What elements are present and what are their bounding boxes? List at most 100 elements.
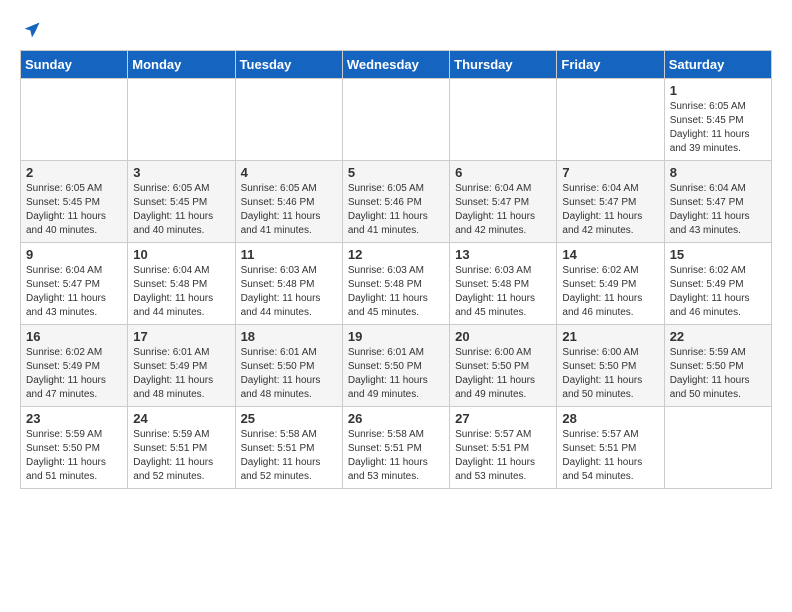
calendar-cell: 18 Sunrise: 6:01 AM Sunset: 5:50 PM Dayli… (235, 325, 342, 407)
calendar-table: SundayMondayTuesdayWednesdayThursdayFrid… (20, 50, 772, 489)
day-number: 10 (133, 247, 229, 262)
calendar-cell: 20Sunrise: 6:00 AM Sunset: 5:50 PM Dayli… (450, 325, 557, 407)
day-info: Sunrise: 5:58 AM Sunset: 5:51 PM Dayligh… (348, 428, 444, 484)
day-info: Sunrise: 6:05 AM Sunset: 5:45 PM Dayligh… (670, 100, 766, 156)
day-number: 22 (670, 329, 766, 344)
day-info: Sunrise: 6:05 AM Sunset: 5:45 PM Dayligh… (26, 182, 122, 238)
calendar-week-2: 2 Sunrise: 6:05 AM Sunset: 5:45 PM Daylig… (21, 161, 772, 243)
calendar-header-row: SundayMondayTuesdayWednesdayThursdayFrid… (21, 51, 772, 79)
calendar-cell (235, 79, 342, 161)
weekday-header-sunday: Sunday (21, 51, 128, 79)
calendar-cell (21, 79, 128, 161)
day-info: Sunrise: 6:04 AM Sunset: 5:47 PM Dayligh… (670, 182, 766, 238)
day-info: Sunrise: 6:04 AM Sunset: 5:47 PM Dayligh… (562, 182, 658, 238)
day-info: Sunrise: 6:01 AM Sunset: 5:50 PM Dayligh… (241, 346, 337, 402)
calendar-cell: 13 Sunrise: 6:03 AM Sunset: 5:48 PM Dayli… (450, 243, 557, 325)
day-info: Sunrise: 6:03 AM Sunset: 5:48 PM Dayligh… (455, 264, 551, 320)
day-info: Sunrise: 5:58 AM Sunset: 5:51 PM Dayligh… (241, 428, 337, 484)
day-info: Sunrise: 6:03 AM Sunset: 5:48 PM Dayligh… (348, 264, 444, 320)
day-number: 3 (133, 165, 229, 180)
calendar-cell: 17 Sunrise: 6:01 AM Sunset: 5:49 PM Dayli… (128, 325, 235, 407)
calendar-week-3: 9 Sunrise: 6:04 AM Sunset: 5:47 PM Daylig… (21, 243, 772, 325)
logo (20, 20, 42, 40)
day-number: 12 (348, 247, 444, 262)
day-info: Sunrise: 6:03 AM Sunset: 5:48 PM Dayligh… (241, 264, 337, 320)
weekday-header-thursday: Thursday (450, 51, 557, 79)
calendar-cell: 27 Sunrise: 5:57 AM Sunset: 5:51 PM Dayli… (450, 407, 557, 489)
calendar-cell (342, 79, 449, 161)
calendar-cell: 22 Sunrise: 5:59 AM Sunset: 5:50 PM Dayli… (664, 325, 771, 407)
day-number: 4 (241, 165, 337, 180)
day-number: 24 (133, 411, 229, 426)
calendar-week-5: 23 Sunrise: 5:59 AM Sunset: 5:50 PM Dayli… (21, 407, 772, 489)
day-info: Sunrise: 5:59 AM Sunset: 5:50 PM Dayligh… (670, 346, 766, 402)
page-header (20, 20, 772, 40)
calendar-cell: 9 Sunrise: 6:04 AM Sunset: 5:47 PM Daylig… (21, 243, 128, 325)
day-info: Sunrise: 6:04 AM Sunset: 5:47 PM Dayligh… (26, 264, 122, 320)
day-number: 28 (562, 411, 658, 426)
day-info: Sunrise: 6:02 AM Sunset: 5:49 PM Dayligh… (562, 264, 658, 320)
day-info: Sunrise: 6:04 AM Sunset: 5:47 PM Dayligh… (455, 182, 551, 238)
calendar-week-4: 16 Sunrise: 6:02 AM Sunset: 5:49 PM Dayli… (21, 325, 772, 407)
calendar-cell: 25 Sunrise: 5:58 AM Sunset: 5:51 PM Dayli… (235, 407, 342, 489)
calendar-week-1: 1 Sunrise: 6:05 AM Sunset: 5:45 PM Daylig… (21, 79, 772, 161)
day-info: Sunrise: 6:04 AM Sunset: 5:48 PM Dayligh… (133, 264, 229, 320)
calendar-cell: 11 Sunrise: 6:03 AM Sunset: 5:48 PM Dayli… (235, 243, 342, 325)
day-number: 1 (670, 83, 766, 98)
day-number: 6 (455, 165, 551, 180)
calendar-cell: 26Sunrise: 5:58 AM Sunset: 5:51 PM Dayli… (342, 407, 449, 489)
day-info: Sunrise: 6:05 AM Sunset: 5:45 PM Dayligh… (133, 182, 229, 238)
calendar-cell: 23 Sunrise: 5:59 AM Sunset: 5:50 PM Dayli… (21, 407, 128, 489)
weekday-header-wednesday: Wednesday (342, 51, 449, 79)
calendar-cell (450, 79, 557, 161)
day-number: 14 (562, 247, 658, 262)
day-info: Sunrise: 6:02 AM Sunset: 5:49 PM Dayligh… (26, 346, 122, 402)
day-info: Sunrise: 5:57 AM Sunset: 5:51 PM Dayligh… (455, 428, 551, 484)
calendar-cell: 7 Sunrise: 6:04 AM Sunset: 5:47 PM Daylig… (557, 161, 664, 243)
calendar-cell: 19 Sunrise: 6:01 AM Sunset: 5:50 PM Dayli… (342, 325, 449, 407)
day-number: 13 (455, 247, 551, 262)
day-number: 7 (562, 165, 658, 180)
calendar-cell: 2 Sunrise: 6:05 AM Sunset: 5:45 PM Daylig… (21, 161, 128, 243)
day-info: Sunrise: 6:00 AM Sunset: 5:50 PM Dayligh… (455, 346, 551, 402)
weekday-header-friday: Friday (557, 51, 664, 79)
calendar-cell: 24 Sunrise: 5:59 AM Sunset: 5:51 PM Dayli… (128, 407, 235, 489)
weekday-header-tuesday: Tuesday (235, 51, 342, 79)
day-info: Sunrise: 5:59 AM Sunset: 5:51 PM Dayligh… (133, 428, 229, 484)
day-number: 25 (241, 411, 337, 426)
calendar-cell: 3 Sunrise: 6:05 AM Sunset: 5:45 PM Daylig… (128, 161, 235, 243)
calendar-cell: 12 Sunrise: 6:03 AM Sunset: 5:48 PM Dayli… (342, 243, 449, 325)
day-number: 15 (670, 247, 766, 262)
day-info: Sunrise: 6:01 AM Sunset: 5:49 PM Dayligh… (133, 346, 229, 402)
day-number: 9 (26, 247, 122, 262)
day-number: 17 (133, 329, 229, 344)
calendar-cell: 14 Sunrise: 6:02 AM Sunset: 5:49 PM Dayli… (557, 243, 664, 325)
day-number: 8 (670, 165, 766, 180)
calendar-cell: 28 Sunrise: 5:57 AM Sunset: 5:51 PM Dayli… (557, 407, 664, 489)
day-info: Sunrise: 6:05 AM Sunset: 5:46 PM Dayligh… (348, 182, 444, 238)
day-number: 19 (348, 329, 444, 344)
day-info: Sunrise: 5:57 AM Sunset: 5:51 PM Dayligh… (562, 428, 658, 484)
day-number: 2 (26, 165, 122, 180)
calendar-cell: 15 Sunrise: 6:02 AM Sunset: 5:49 PM Dayli… (664, 243, 771, 325)
day-number: 5 (348, 165, 444, 180)
calendar-cell: 6 Sunrise: 6:04 AM Sunset: 5:47 PM Daylig… (450, 161, 557, 243)
calendar-cell: 8 Sunrise: 6:04 AM Sunset: 5:47 PM Daylig… (664, 161, 771, 243)
day-number: 16 (26, 329, 122, 344)
day-number: 11 (241, 247, 337, 262)
calendar-cell (128, 79, 235, 161)
calendar-cell: 21Sunrise: 6:00 AM Sunset: 5:50 PM Dayli… (557, 325, 664, 407)
day-number: 18 (241, 329, 337, 344)
calendar-cell (557, 79, 664, 161)
day-info: Sunrise: 6:00 AM Sunset: 5:50 PM Dayligh… (562, 346, 658, 402)
day-info: Sunrise: 6:02 AM Sunset: 5:49 PM Dayligh… (670, 264, 766, 320)
day-info: Sunrise: 5:59 AM Sunset: 5:50 PM Dayligh… (26, 428, 122, 484)
day-number: 23 (26, 411, 122, 426)
day-info: Sunrise: 6:05 AM Sunset: 5:46 PM Dayligh… (241, 182, 337, 238)
calendar-cell (664, 407, 771, 489)
day-number: 27 (455, 411, 551, 426)
calendar-cell: 4 Sunrise: 6:05 AM Sunset: 5:46 PM Daylig… (235, 161, 342, 243)
calendar-cell: 1 Sunrise: 6:05 AM Sunset: 5:45 PM Daylig… (664, 79, 771, 161)
weekday-header-saturday: Saturday (664, 51, 771, 79)
day-info: Sunrise: 6:01 AM Sunset: 5:50 PM Dayligh… (348, 346, 444, 402)
